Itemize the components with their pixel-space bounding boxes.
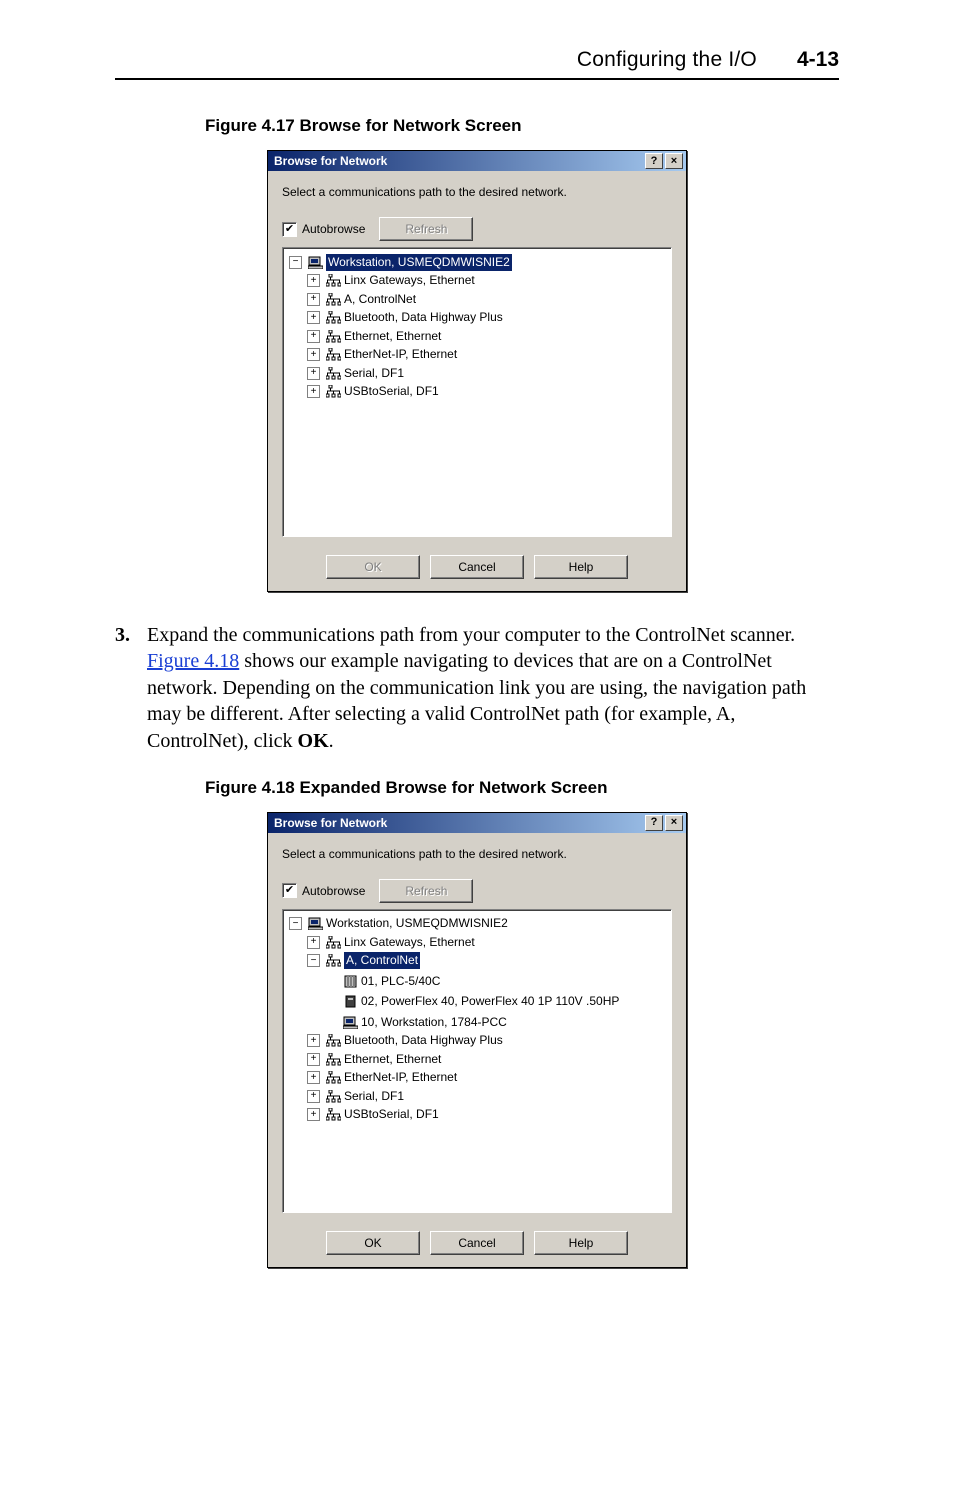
tree-item[interactable]: EtherNet-IP, Ethernet (344, 1069, 457, 1086)
network-icon (326, 292, 341, 306)
dialog-title: Browse for Network (274, 154, 387, 168)
network-icon (326, 1034, 341, 1048)
tree-item[interactable]: A, ControlNet (344, 291, 416, 308)
network-icon (326, 954, 341, 968)
workstation-icon (308, 917, 323, 931)
page-header-title: Configuring the I/O (577, 48, 757, 72)
tree-item[interactable]: Linx Gateways, Ethernet (344, 272, 475, 289)
network-icon (326, 366, 341, 380)
tree-item[interactable]: A, ControlNet (344, 952, 420, 969)
figure-4-18-link[interactable]: Figure 4.18 (147, 650, 239, 672)
tree-item[interactable]: Ethernet, Ethernet (344, 1051, 441, 1068)
titlebar-help-button[interactable]: ? (645, 153, 663, 169)
browse-for-network-dialog-2: Browse for Network ? × Select a communic… (267, 812, 687, 1268)
autobrowse-checkbox[interactable]: ✔ Autobrowse (282, 883, 365, 898)
tree-item[interactable]: Bluetooth, Data Highway Plus (344, 1032, 503, 1049)
figure-4-17-caption: Figure 4.17 Browse for Network Screen (205, 116, 839, 136)
network-icon (326, 385, 341, 399)
step-3-paragraph: 3. Expand the communications path from y… (115, 622, 839, 754)
tree-item[interactable]: USBtoSerial, DF1 (344, 383, 439, 400)
tree-item[interactable]: USBtoSerial, DF1 (344, 1106, 439, 1123)
browse-for-network-dialog-1: Browse for Network ? × Select a communic… (267, 150, 687, 592)
tree-item[interactable]: Ethernet, Ethernet (344, 328, 441, 345)
network-icon (326, 1071, 341, 1085)
help-button[interactable]: Help (534, 1231, 628, 1255)
expander-plus-icon[interactable]: + (307, 1090, 320, 1103)
autobrowse-checkbox[interactable]: ✔ Autobrowse (282, 222, 365, 237)
expander-plus-icon[interactable]: + (307, 348, 320, 361)
tree-item[interactable]: 10, Workstation, 1784-PCC (361, 1014, 507, 1031)
tree-item[interactable]: Serial, DF1 (344, 365, 404, 382)
network-icon (326, 348, 341, 362)
network-icon (326, 935, 341, 949)
titlebar-help-button[interactable]: ? (645, 815, 663, 831)
network-icon (326, 1052, 341, 1066)
step-number: 3. (115, 622, 137, 754)
expander-plus-icon[interactable]: + (307, 936, 320, 949)
expander-plus-icon[interactable]: + (307, 1053, 320, 1066)
page-header-number: 4-13 (797, 48, 839, 72)
ok-button[interactable]: OK (326, 555, 420, 579)
network-icon (326, 311, 341, 325)
expander-plus-icon[interactable]: + (307, 293, 320, 306)
para-text-b: shows our example navigating to devices … (147, 650, 806, 751)
tree-item[interactable]: 02, PowerFlex 40, PowerFlex 40 1P 110V .… (361, 993, 619, 1010)
plc-icon (343, 974, 358, 988)
expander-plus-icon[interactable]: + (307, 1034, 320, 1047)
workstation-icon (308, 255, 323, 269)
help-button[interactable]: Help (534, 555, 628, 579)
expander-plus-icon[interactable]: + (307, 367, 320, 380)
expander-minus-icon[interactable]: − (307, 954, 320, 967)
expander-plus-icon[interactable]: + (307, 1071, 320, 1084)
expander-plus-icon[interactable]: + (307, 1108, 320, 1121)
checkbox-icon: ✔ (282, 883, 297, 898)
para-text-a: Expand the communications path from your… (147, 624, 795, 646)
titlebar-close-button[interactable]: × (665, 153, 683, 169)
cancel-button[interactable]: Cancel (430, 555, 524, 579)
network-icon (326, 1108, 341, 1122)
autobrowse-label: Autobrowse (302, 222, 365, 236)
expander-minus-icon[interactable]: − (289, 917, 302, 930)
tree-item[interactable]: EtherNet-IP, Ethernet (344, 346, 457, 363)
tree-item[interactable]: Serial, DF1 (344, 1088, 404, 1105)
dialog-titlebar: Browse for Network ? × (268, 151, 686, 171)
figure-4-18-caption: Figure 4.18 Expanded Browse for Network … (205, 778, 839, 798)
network-icon (326, 274, 341, 288)
tree-item[interactable]: Linx Gateways, Ethernet (344, 934, 475, 951)
network-tree[interactable]: − Workstation, USMEQDMWISNIE2 + Linx Gate… (282, 909, 672, 1213)
refresh-button[interactable]: Refresh (379, 879, 473, 903)
workstation-icon (343, 1015, 358, 1029)
cancel-button[interactable]: Cancel (430, 1231, 524, 1255)
dialog-titlebar: Browse for Network ? × (268, 813, 686, 833)
refresh-button[interactable]: Refresh (379, 217, 473, 241)
dialog-prompt: Select a communications path to the desi… (282, 847, 672, 861)
tree-root[interactable]: Workstation, USMEQDMWISNIE2 (326, 915, 508, 932)
para-text-c: . (329, 730, 334, 752)
dialog-prompt: Select a communications path to the desi… (282, 185, 672, 199)
dialog-title: Browse for Network (274, 816, 387, 830)
ok-button[interactable]: OK (326, 1231, 420, 1255)
network-icon (326, 1089, 341, 1103)
titlebar-close-button[interactable]: × (665, 815, 683, 831)
para-bold-ok: OK (298, 730, 329, 752)
header-divider (115, 78, 839, 80)
expander-minus-icon[interactable]: − (289, 256, 302, 269)
checkbox-icon: ✔ (282, 222, 297, 237)
autobrowse-label: Autobrowse (302, 884, 365, 898)
tree-item[interactable]: 01, PLC-5/40C (361, 973, 440, 990)
device-icon (343, 995, 358, 1009)
tree-root[interactable]: Workstation, USMEQDMWISNIE2 (326, 254, 512, 271)
tree-item[interactable]: Bluetooth, Data Highway Plus (344, 309, 503, 326)
network-icon (326, 329, 341, 343)
expander-plus-icon[interactable]: + (307, 330, 320, 343)
expander-plus-icon[interactable]: + (307, 311, 320, 324)
expander-plus-icon[interactable]: + (307, 274, 320, 287)
expander-plus-icon[interactable]: + (307, 385, 320, 398)
network-tree[interactable]: − Workstation, USMEQDMWISNIE2 + Linx Gate… (282, 247, 672, 537)
